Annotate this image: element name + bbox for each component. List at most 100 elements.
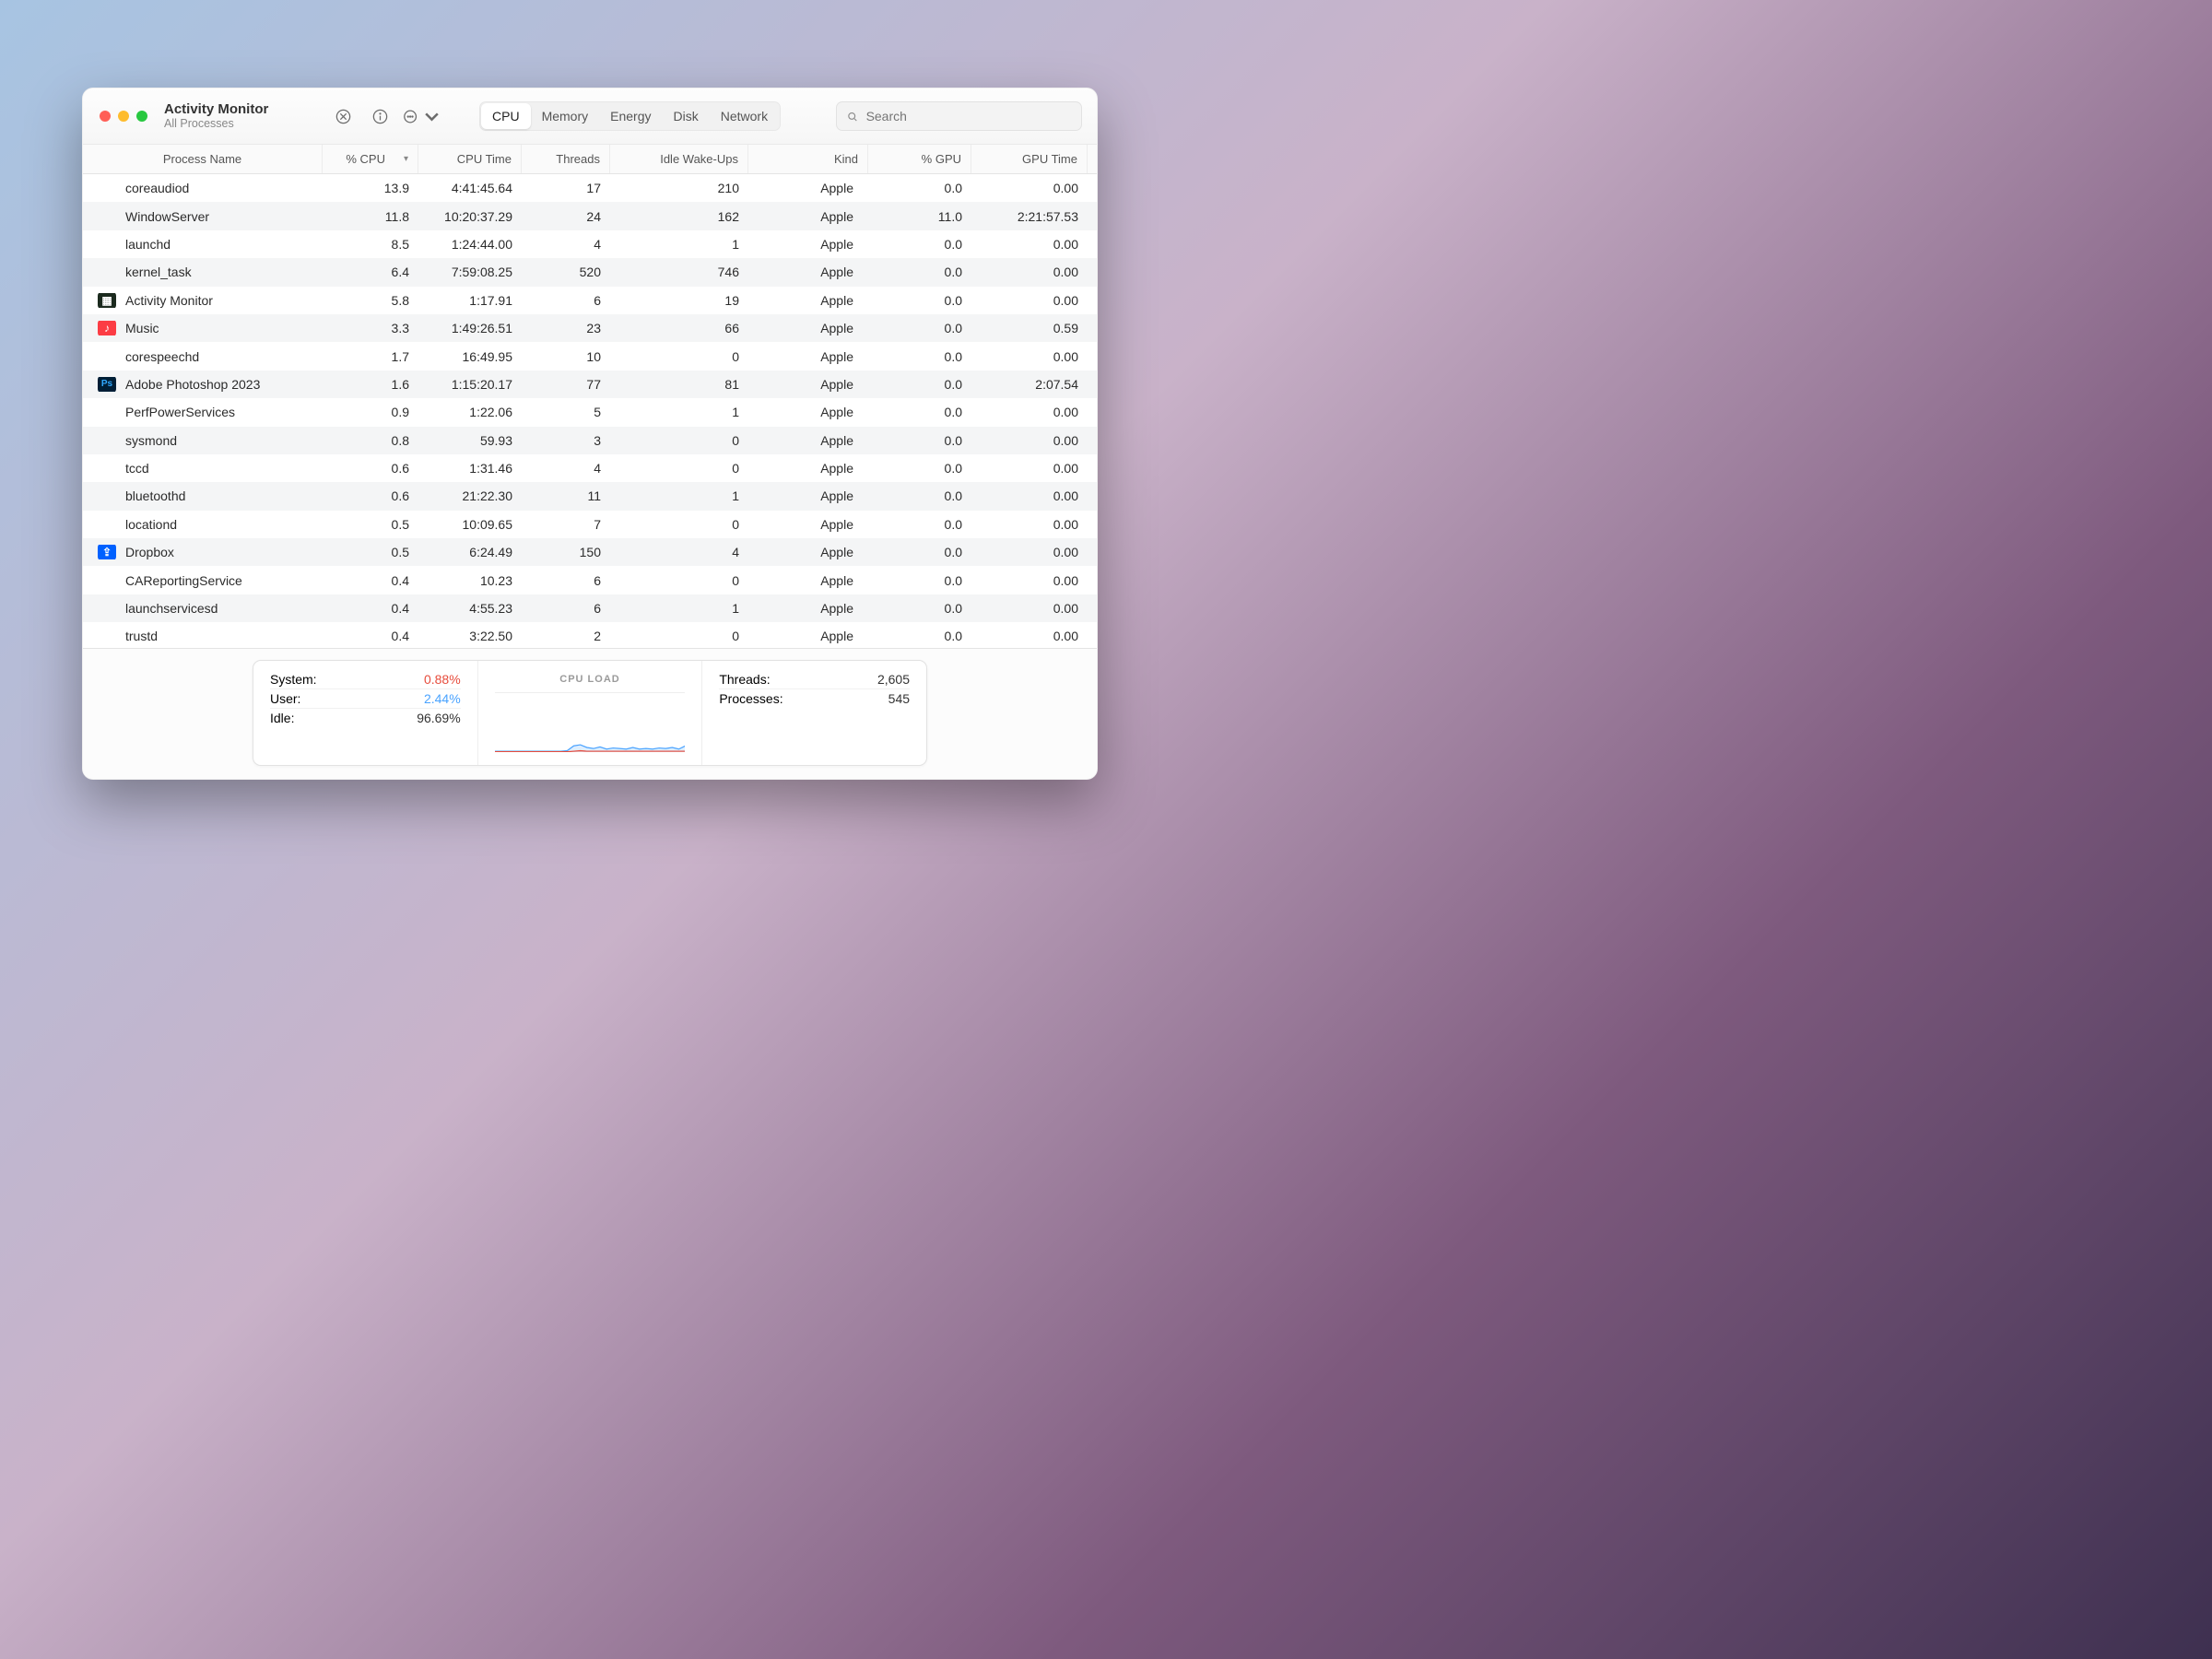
cell: 10:09.65	[418, 517, 522, 532]
minimize-window-button[interactable]	[118, 111, 129, 122]
cell: 1:22.06	[418, 405, 522, 419]
table-row[interactable]: launchd8.51:24:44.0041Apple0.00.00	[83, 230, 1097, 258]
cell: Apple	[748, 601, 868, 616]
summary-value: 0.88%	[424, 672, 461, 687]
fullscreen-window-button[interactable]	[136, 111, 147, 122]
cell: 6:24.49	[418, 545, 522, 559]
table-row[interactable]: tccd0.61:31.4640Apple0.00.00	[83, 454, 1097, 482]
tab-network[interactable]: Network	[710, 103, 779, 129]
column-header[interactable]: Kind	[748, 145, 868, 173]
column-header[interactable]: Idle Wake-Ups	[610, 145, 748, 173]
music-app-icon: ♪	[98, 321, 116, 335]
cell: 77	[522, 377, 610, 392]
cell: 0.0	[868, 405, 971, 419]
search-field[interactable]	[836, 101, 1082, 131]
toolbar: Activity Monitor All Processes CPUMemory…	[83, 88, 1097, 145]
search-icon	[846, 110, 859, 124]
cell: 0	[610, 349, 748, 364]
column-header[interactable]: GPU Time	[971, 145, 1088, 173]
cell: 0.0	[868, 293, 971, 308]
column-header[interactable]: % CPU▾	[323, 145, 418, 173]
cell: 4	[610, 545, 748, 559]
table-row[interactable]: ▦Activity Monitor5.81:17.91619Apple0.00.…	[83, 287, 1097, 314]
cell: 0.00	[971, 433, 1088, 448]
cell: 0.0	[868, 545, 971, 559]
cell: 2:07.54	[971, 377, 1088, 392]
more-options-button[interactable]	[404, 103, 441, 129]
cell: 6.4	[323, 265, 418, 279]
cell: 10.23	[418, 573, 522, 588]
cell: 11.8	[323, 209, 418, 224]
cell: 0.00	[971, 349, 1088, 364]
cell: 0.0	[868, 181, 971, 195]
cell: 0.59	[971, 321, 1088, 335]
cell: 0.0	[868, 461, 971, 476]
table-row[interactable]: WindowServer11.810:20:37.2924162Apple11.…	[83, 202, 1097, 229]
tab-cpu[interactable]: CPU	[481, 103, 531, 129]
tab-disk[interactable]: Disk	[662, 103, 709, 129]
cell: 0.0	[868, 237, 971, 252]
process-name-cell: ♪Music	[83, 321, 323, 335]
cell: 0.5	[323, 517, 418, 532]
table-row[interactable]: PerfPowerServices0.91:22.0651Apple0.00.0…	[83, 398, 1097, 426]
table-row[interactable]: ♪Music3.31:49:26.512366Apple0.00.59	[83, 314, 1097, 342]
cell: 0.6	[323, 488, 418, 503]
cell: 0.4	[323, 629, 418, 643]
tab-energy[interactable]: Energy	[599, 103, 662, 129]
activity-monitor-window: Activity Monitor All Processes CPUMemory…	[82, 88, 1098, 780]
search-input[interactable]	[865, 108, 1072, 124]
ps-app-icon: Ps	[98, 377, 116, 392]
process-table[interactable]: coreaudiod13.94:41:45.6417210Apple0.00.0…	[83, 174, 1097, 648]
cell: 0	[610, 517, 748, 532]
close-window-button[interactable]	[100, 111, 111, 122]
table-row[interactable]: PsAdobe Photoshop 20231.61:15:20.177781A…	[83, 371, 1097, 398]
process-name-cell: bluetoothd	[83, 488, 323, 503]
cell: 0.00	[971, 517, 1088, 532]
process-name-cell: sysmond	[83, 433, 323, 448]
cell: 2	[522, 629, 610, 643]
cell: Apple	[748, 237, 868, 252]
column-header[interactable]: Process Name	[83, 145, 323, 173]
info-button[interactable]	[367, 103, 393, 129]
table-row[interactable]: launchservicesd0.44:55.2361Apple0.00.00	[83, 594, 1097, 622]
cell: 59.93	[418, 433, 522, 448]
column-header[interactable]: Threads	[522, 145, 610, 173]
table-row[interactable]: corespeechd1.716:49.95100Apple0.00.00	[83, 342, 1097, 370]
cell: 0	[610, 433, 748, 448]
cell: 520	[522, 265, 610, 279]
cpu-usage-summary: System:0.88%User:2.44%Idle:96.69%	[253, 661, 477, 765]
summary-item: Idle:96.69%	[270, 709, 461, 727]
stop-process-button[interactable]	[330, 103, 356, 129]
summary-label: Processes:	[719, 691, 782, 706]
cell: 1:31.46	[418, 461, 522, 476]
cell: 0.00	[971, 265, 1088, 279]
cell: 7	[522, 517, 610, 532]
cell: Apple	[748, 293, 868, 308]
table-row[interactable]: CAReportingService0.410.2360Apple0.00.00	[83, 566, 1097, 594]
process-name-cell: coreaudiod	[83, 181, 323, 195]
table-row[interactable]: sysmond0.859.9330Apple0.00.00	[83, 427, 1097, 454]
summary-label: Threads:	[719, 672, 770, 687]
process-name-cell: tccd	[83, 461, 323, 476]
cell: 17	[522, 181, 610, 195]
table-row[interactable]: trustd0.43:22.5020Apple0.00.00	[83, 622, 1097, 648]
column-header[interactable]: % GPU	[868, 145, 971, 173]
tab-memory[interactable]: Memory	[531, 103, 600, 129]
cell: 0.0	[868, 377, 971, 392]
table-row[interactable]: locationd0.510:09.6570Apple0.00.00	[83, 511, 1097, 538]
table-row[interactable]: bluetoothd0.621:22.30111Apple0.00.00	[83, 482, 1097, 510]
table-header-row: Process Name% CPU▾CPU TimeThreadsIdle Wa…	[83, 145, 1097, 174]
cell: Apple	[748, 629, 868, 643]
cell: 0.00	[971, 488, 1088, 503]
table-row[interactable]: kernel_task6.47:59:08.25520746Apple0.00.…	[83, 258, 1097, 286]
table-row[interactable]: coreaudiod13.94:41:45.6417210Apple0.00.0…	[83, 174, 1097, 202]
cell: 0.0	[868, 349, 971, 364]
process-name-cell: ▦Activity Monitor	[83, 293, 323, 308]
cell: 2:21:57.53	[971, 209, 1088, 224]
process-name-cell: PsAdobe Photoshop 2023	[83, 377, 323, 392]
cell: 5	[522, 405, 610, 419]
table-row[interactable]: ⇪Dropbox0.56:24.491504Apple0.00.00	[83, 538, 1097, 566]
cell: 0.00	[971, 601, 1088, 616]
column-header[interactable]: CPU Time	[418, 145, 522, 173]
process-name-cell: PerfPowerServices	[83, 405, 323, 419]
